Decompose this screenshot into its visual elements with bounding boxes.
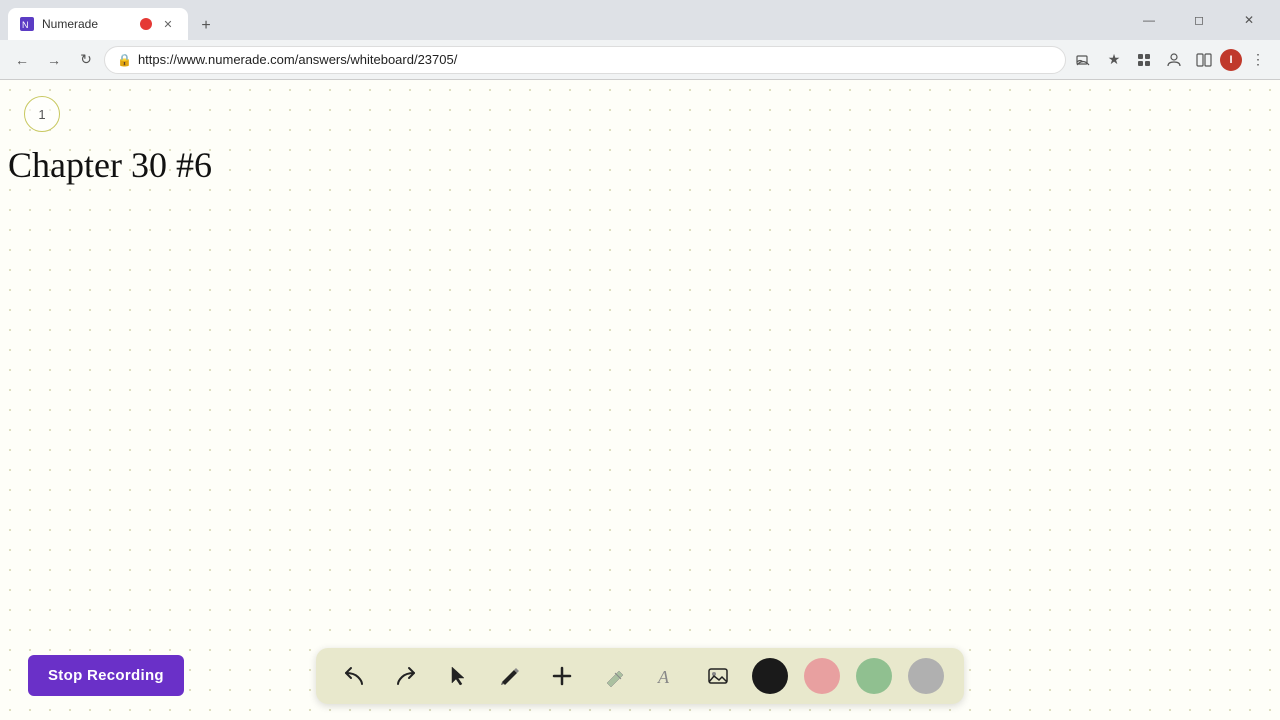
tab-record-dot (140, 18, 152, 30)
svg-text:A: A (657, 667, 670, 687)
window-controls: — ◻ ✕ (1126, 4, 1272, 36)
new-tab-button[interactable]: + (192, 12, 220, 40)
minimize-button[interactable]: — (1126, 4, 1172, 36)
color-green[interactable] (856, 658, 892, 694)
tab-close-button[interactable]: ✕ (160, 16, 176, 32)
close-window-button[interactable]: ✕ (1226, 4, 1272, 36)
image-tool-button[interactable] (700, 658, 736, 694)
extensions-icon[interactable] (1130, 46, 1158, 74)
tab-favicon: N (20, 17, 34, 31)
pencil-tool-button[interactable] (492, 658, 528, 694)
profile-button[interactable]: I (1220, 49, 1242, 71)
maximize-button[interactable]: ◻ (1176, 4, 1222, 36)
active-tab[interactable]: N Numerade ✕ (8, 8, 188, 40)
svg-text:N: N (22, 20, 29, 29)
select-tool-button[interactable] (440, 658, 476, 694)
color-pink[interactable] (804, 658, 840, 694)
address-bar[interactable]: 🔒 https://www.numerade.com/answers/white… (104, 46, 1066, 74)
whiteboard-title: Chapter 30 #6 (8, 144, 212, 186)
url-text: https://www.numerade.com/answers/whitebo… (138, 52, 1053, 67)
cast-icon[interactable] (1070, 46, 1098, 74)
redo-button[interactable] (388, 658, 424, 694)
browser-frame: N Numerade ✕ + — ◻ ✕ ← → ↻ 🔒 https://www… (0, 0, 1280, 720)
title-bar: N Numerade ✕ + — ◻ ✕ (0, 0, 1280, 40)
page-number: 1 (24, 96, 60, 132)
reload-button[interactable]: ↻ (72, 46, 100, 74)
add-button[interactable] (544, 658, 580, 694)
stop-recording-button[interactable]: Stop Recording (28, 655, 184, 696)
account-icon[interactable] (1160, 46, 1188, 74)
menu-button[interactable]: ⋮ (1244, 46, 1272, 74)
text-tool-button[interactable]: A (648, 658, 684, 694)
color-gray[interactable] (908, 658, 944, 694)
tab-title: Numerade (42, 17, 132, 31)
undo-button[interactable] (336, 658, 372, 694)
color-black[interactable] (752, 658, 788, 694)
drawing-toolbar: A (316, 648, 964, 704)
browser-toolbar-icons: ★ I (1070, 46, 1272, 74)
back-button[interactable]: ← (8, 46, 36, 74)
forward-button[interactable]: → (40, 46, 68, 74)
whiteboard-canvas[interactable]: 1 Chapter 30 #6 Stop Recording (0, 80, 1280, 720)
eraser-tool-button[interactable] (596, 658, 632, 694)
bookmark-icon[interactable]: ★ (1100, 46, 1128, 74)
address-bar-row: ← → ↻ 🔒 https://www.numerade.com/answers… (0, 40, 1280, 80)
lock-icon: 🔒 (117, 53, 132, 67)
split-screen-icon[interactable] (1190, 46, 1218, 74)
tab-bar: N Numerade ✕ + (8, 0, 1126, 40)
